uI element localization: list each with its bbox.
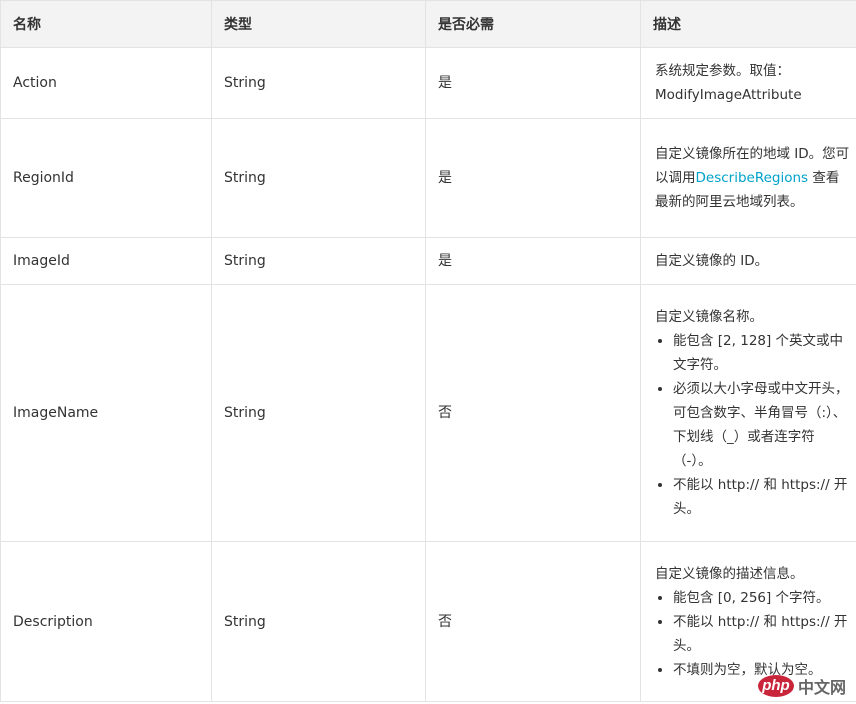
- param-type: String: [211, 47, 426, 119]
- param-description: 自定义镜像所在的地域 ID。您可以调用DescribeRegions 查看最新的…: [640, 118, 856, 238]
- header-name: 名称: [0, 0, 212, 48]
- param-name: Description: [0, 541, 212, 702]
- table-row: RegionId String 是 自定义镜像所在的地域 ID。您可以调用Des…: [0, 118, 856, 238]
- parameters-table: 名称 类型 是否必需 描述 Action String 是 系统规定参数。取值：…: [0, 0, 856, 702]
- site-watermark: php 中文网: [757, 674, 846, 698]
- param-required: 是: [425, 47, 641, 119]
- list-item: 必须以大小字母或中文开头，可包含数字、半角冒号（:）、下划线（_）或者连字符（-…: [673, 377, 850, 473]
- header-type: 类型: [211, 0, 426, 48]
- param-description: 自定义镜像的 ID。: [640, 237, 856, 285]
- table-row: Action String 是 系统规定参数。取值：ModifyImageAtt…: [0, 47, 856, 119]
- param-type: String: [211, 118, 426, 238]
- description-text: 自定义镜像的描述信息。: [655, 565, 804, 582]
- param-description: 自定义镜像名称。 能包含 [2, 128] 个英文或中文字符。 必须以大小字母或…: [640, 284, 856, 542]
- param-required: 否: [425, 284, 641, 542]
- param-name: ImageName: [0, 284, 212, 542]
- table-header-row: 名称 类型 是否必需 描述: [0, 0, 856, 48]
- describe-regions-link[interactable]: DescribeRegions: [696, 170, 809, 186]
- list-item: 不能以 http:// 和 https:// 开头。: [673, 610, 850, 658]
- param-name: Action: [0, 47, 212, 119]
- constraint-list: 能包含 [2, 128] 个英文或中文字符。 必须以大小字母或中文开头，可包含数…: [655, 329, 850, 521]
- header-required: 是否必需: [425, 0, 641, 48]
- table-row: Description String 否 自定义镜像的描述信息。 能包含 [0,…: [0, 541, 856, 702]
- description-text: 系统规定参数。取值：ModifyImageAttribute: [655, 63, 802, 103]
- param-type: String: [211, 237, 426, 285]
- param-name: RegionId: [0, 118, 212, 238]
- table-row: ImageName String 否 自定义镜像名称。 能包含 [2, 128]…: [0, 284, 856, 542]
- param-type: String: [211, 284, 426, 542]
- param-required: 是: [425, 118, 641, 238]
- list-item: 能包含 [2, 128] 个英文或中文字符。: [673, 329, 850, 377]
- list-item: 能包含 [0, 256] 个字符。: [673, 586, 850, 610]
- table-row: ImageId String 是 自定义镜像的 ID。: [0, 237, 856, 285]
- php-logo-icon: php: [757, 675, 794, 697]
- param-required: 否: [425, 541, 641, 702]
- description-text: 自定义镜像的 ID。: [655, 253, 769, 269]
- list-item: 不能以 http:// 和 https:// 开头。: [673, 473, 850, 521]
- watermark-text: 中文网: [797, 678, 846, 697]
- constraint-list: 能包含 [0, 256] 个字符。 不能以 http:// 和 https://…: [655, 586, 850, 682]
- description-text: 自定义镜像名称。: [655, 309, 763, 325]
- param-required: 是: [425, 237, 641, 285]
- header-description: 描述: [640, 0, 856, 48]
- param-name: ImageId: [0, 237, 212, 285]
- param-type: String: [211, 541, 426, 702]
- param-description: 系统规定参数。取值：ModifyImageAttribute: [640, 47, 856, 119]
